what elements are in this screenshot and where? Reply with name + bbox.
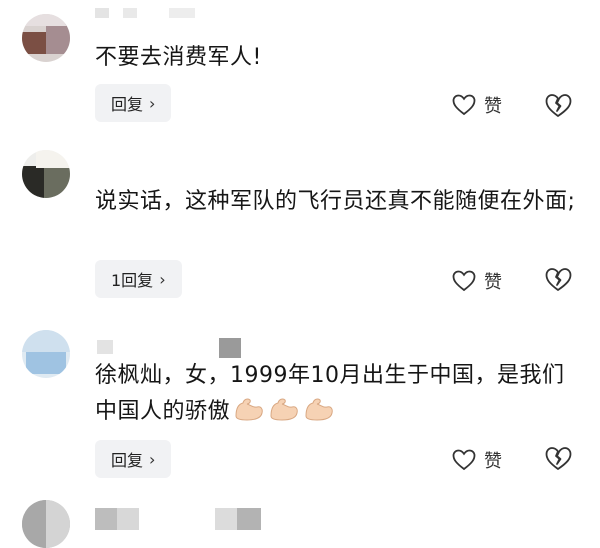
comment-text: 说实话，这种军队的飞行员还真不能随便在外面; [95, 189, 576, 214]
like-label: 赞 [484, 451, 502, 472]
broken-heart-outline-icon[interactable] [544, 445, 572, 473]
chevron-right-icon: › [149, 93, 156, 113]
like-label: 赞 [484, 96, 502, 117]
reply-label: 回复 [111, 451, 144, 470]
heart-outline-icon [452, 94, 476, 116]
username-blurred[interactable] [95, 338, 245, 358]
flexed-biceps-emoji [303, 396, 335, 434]
username-blurred[interactable] [95, 4, 215, 22]
avatar[interactable] [22, 150, 70, 198]
comment-text: 不要去消费军人! [95, 45, 262, 70]
chevron-right-icon: › [149, 449, 156, 469]
avatar[interactable] [22, 14, 70, 62]
heart-outline-icon [452, 449, 476, 471]
flexed-biceps-emoji [268, 396, 300, 434]
avatar[interactable] [22, 330, 70, 378]
broken-heart-outline-icon[interactable] [544, 266, 572, 294]
like-button[interactable]: 赞 [452, 266, 502, 296]
flexed-biceps-emoji [233, 396, 265, 434]
like-button[interactable]: 赞 [452, 90, 502, 120]
reply-button[interactable]: 回复 › [95, 440, 172, 478]
reply-label: 1回复 [111, 271, 154, 290]
avatar[interactable] [22, 500, 70, 548]
username-blurred[interactable] [95, 508, 275, 530]
comment-text: 徐枫灿，女，1999年10月出生于中国，是我们中国人的骄傲 [95, 358, 585, 434]
reply-label: 回复 [111, 95, 144, 114]
broken-heart-outline-icon[interactable] [544, 92, 572, 120]
like-button[interactable]: 赞 [452, 445, 502, 475]
like-label: 赞 [484, 272, 502, 293]
heart-outline-icon [452, 270, 476, 292]
chevron-right-icon: › [159, 269, 166, 289]
reply-button[interactable]: 回复 › [95, 84, 172, 122]
reply-button[interactable]: 1回复 › [95, 260, 182, 298]
